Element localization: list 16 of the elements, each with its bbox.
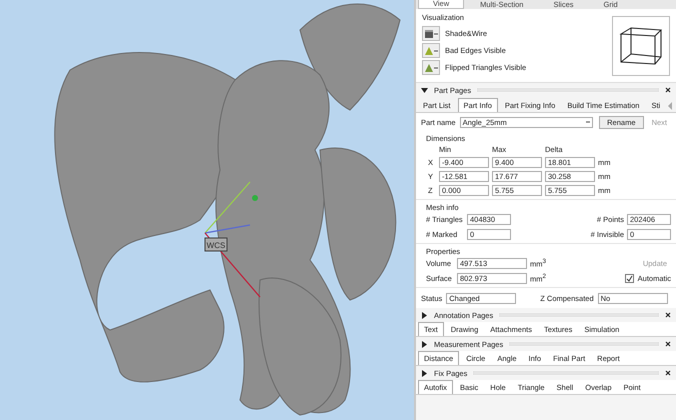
pivot-point-icon <box>252 195 258 201</box>
caret-icon <box>434 66 438 68</box>
view-cube-button[interactable] <box>612 16 670 76</box>
close-icon[interactable] <box>665 341 671 347</box>
cube-icon <box>424 28 434 38</box>
caret-icon <box>434 32 438 34</box>
caret-icon <box>586 121 590 123</box>
close-icon[interactable] <box>665 87 671 93</box>
cube-dropdown-button[interactable] <box>422 26 440 41</box>
checkbox[interactable] <box>624 274 634 283</box>
close-icon[interactable] <box>665 312 671 318</box>
3d-viewport[interactable]: WCS <box>0 0 414 420</box>
wcs-label: WCS <box>204 238 228 252</box>
caret-icon <box>434 50 438 52</box>
cone-dropdown-button[interactable] <box>422 60 440 75</box>
close-icon[interactable] <box>665 370 671 376</box>
